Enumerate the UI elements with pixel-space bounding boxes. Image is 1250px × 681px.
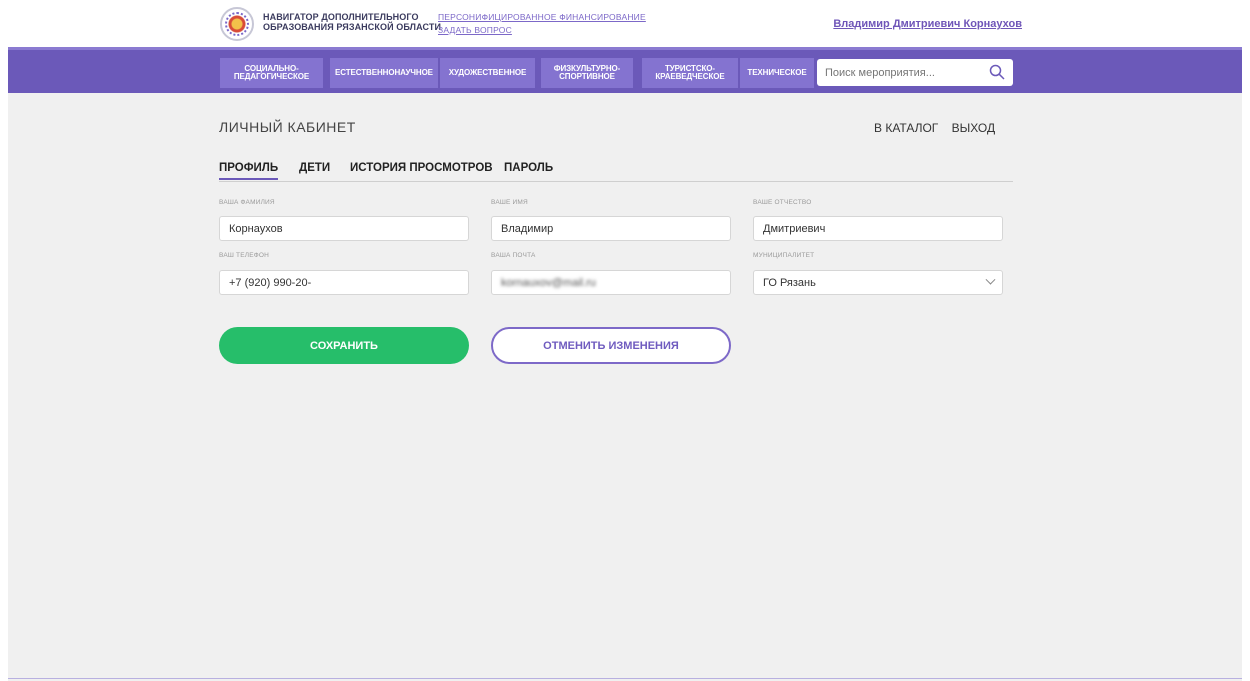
logout-link[interactable]: ВЫХОД bbox=[952, 121, 995, 135]
nav-item-sport[interactable]: Физкультурно-спортивное bbox=[541, 58, 633, 88]
brand-line-2: образования Рязанской области bbox=[263, 22, 442, 32]
top-header: Навигатор дополнительного образования Ря… bbox=[8, 0, 1242, 47]
cancel-changes-button[interactable]: ОТМЕНИТЬ ИЗМЕНЕНИЯ bbox=[491, 327, 731, 364]
header-links: Персонифицированное финансирование Задат… bbox=[438, 11, 646, 37]
nav-item-art[interactable]: Художественное bbox=[440, 58, 535, 88]
brand-line-1: Навигатор дополнительного bbox=[263, 12, 419, 22]
page-frame: Навигатор дополнительного образования Ря… bbox=[8, 0, 1242, 681]
search-box bbox=[817, 59, 1013, 86]
profile-tabs: ПРОФИЛЬ ДЕТИ ИСТОРИЯ ПРОСМОТРОВ ПАРОЛЬ bbox=[219, 159, 1013, 182]
municipality-label: Муниципалитет bbox=[753, 252, 815, 259]
municipality-select[interactable]: ГО Рязань bbox=[753, 270, 1003, 295]
user-profile-link[interactable]: Владимир Дмитриевич Корнаухов bbox=[833, 18, 1022, 30]
phone-field[interactable]: +7 (920) 990-20- bbox=[219, 270, 469, 295]
email-label: Ваша почта bbox=[491, 252, 536, 259]
nav-item-tourism[interactable]: Туристско-краеведческое bbox=[642, 58, 738, 88]
name-label: Ваше имя bbox=[491, 199, 528, 206]
chevron-down-icon bbox=[985, 274, 996, 285]
save-button[interactable]: СОХРАНИТЬ bbox=[219, 327, 469, 364]
financing-link[interactable]: Персонифицированное финансирование bbox=[438, 11, 646, 24]
category-nav: Социально-педагогическое Естественнонауч… bbox=[8, 47, 1242, 93]
municipality-value: ГО Рязань bbox=[763, 276, 816, 289]
name-field[interactable]: Владимир bbox=[491, 216, 731, 241]
region-logo-icon[interactable] bbox=[220, 7, 254, 41]
nav-item-social[interactable]: Социально-педагогическое bbox=[220, 58, 323, 88]
tab-profile[interactable]: ПРОФИЛЬ bbox=[219, 162, 279, 180]
patronymic-field[interactable]: Дмитриевич bbox=[753, 216, 1003, 241]
brand-name[interactable]: Навигатор дополнительного образования Ря… bbox=[263, 12, 441, 32]
surname-label: Ваша фамилия bbox=[219, 199, 275, 206]
email-field[interactable]: kornauxov@mail.ru bbox=[491, 270, 731, 295]
catalog-link[interactable]: В КАТАЛОГ bbox=[874, 121, 938, 135]
page-title: ЛИЧНЫЙ КАБИНЕТ bbox=[219, 119, 356, 135]
search-icon[interactable] bbox=[989, 64, 1005, 80]
search-input[interactable] bbox=[825, 59, 985, 86]
phone-label: Ваш телефон bbox=[219, 252, 270, 259]
nav-item-technical[interactable]: Техническое bbox=[740, 58, 814, 88]
account-links: В КАТАЛОГ ВЫХОД bbox=[874, 121, 1005, 135]
tab-children[interactable]: ДЕТИ bbox=[299, 162, 330, 174]
tab-password[interactable]: ПАРОЛЬ bbox=[504, 162, 553, 174]
email-value: kornauxov@mail.ru bbox=[501, 276, 596, 289]
footer-divider bbox=[8, 678, 1242, 679]
nav-item-science[interactable]: Естественнонаучное bbox=[330, 58, 438, 88]
tab-history[interactable]: ИСТОРИЯ ПРОСМОТРОВ bbox=[350, 162, 493, 174]
surname-field[interactable]: Корнаухов bbox=[219, 216, 469, 241]
patronymic-label: Ваше отчество bbox=[753, 199, 812, 206]
ask-question-link[interactable]: Задать вопрос bbox=[438, 24, 646, 37]
